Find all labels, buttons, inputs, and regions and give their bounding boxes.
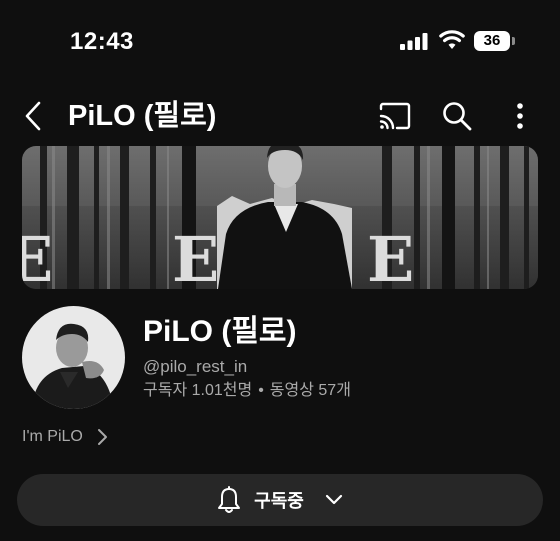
channel-name: PiLO (필로) [143, 315, 297, 348]
channel-stats: 구독자 1.01천명 • 동영상 57개 [143, 380, 351, 402]
channel-handle: @pilo_rest_in [143, 357, 248, 376]
page-title: PiLO (필로) [68, 100, 217, 132]
cellular-signal-icon [400, 33, 428, 50]
battery-tip [512, 37, 515, 45]
back-arrow-icon[interactable] [20, 98, 48, 134]
chevron-down-icon [325, 494, 342, 505]
subscriber-count: 구독자 1.01천명 [143, 382, 253, 399]
status-time: 12:43 [70, 28, 134, 55]
more-vertical-icon[interactable] [505, 100, 535, 132]
wifi-icon [439, 30, 465, 49]
search-icon[interactable] [441, 100, 473, 132]
battery-indicator: 36 [474, 31, 516, 51]
channel-banner: E E E [22, 146, 538, 289]
battery-level: 36 [474, 31, 510, 51]
about-text: I'm PiLO [22, 428, 83, 445]
video-count: 동영상 57개 [269, 382, 351, 399]
banner-letter-right: E [367, 223, 414, 289]
chevron-right-icon [97, 429, 107, 445]
subscribe-label: 구독중 [254, 491, 304, 511]
status-bar: 12:43 36 [0, 0, 560, 80]
subscribed-button[interactable]: 구독중 [17, 474, 543, 526]
banner-letter-mid-left: E [172, 223, 219, 289]
top-app-bar: PiLO (필로) [0, 90, 560, 142]
channel-avatar[interactable] [22, 306, 125, 409]
banner-letter-left: E [22, 223, 53, 289]
bell-icon [218, 486, 241, 513]
channel-about-link[interactable]: I'm PiLO [22, 425, 109, 449]
cast-icon[interactable] [378, 102, 412, 130]
stats-separator: • [258, 382, 264, 399]
